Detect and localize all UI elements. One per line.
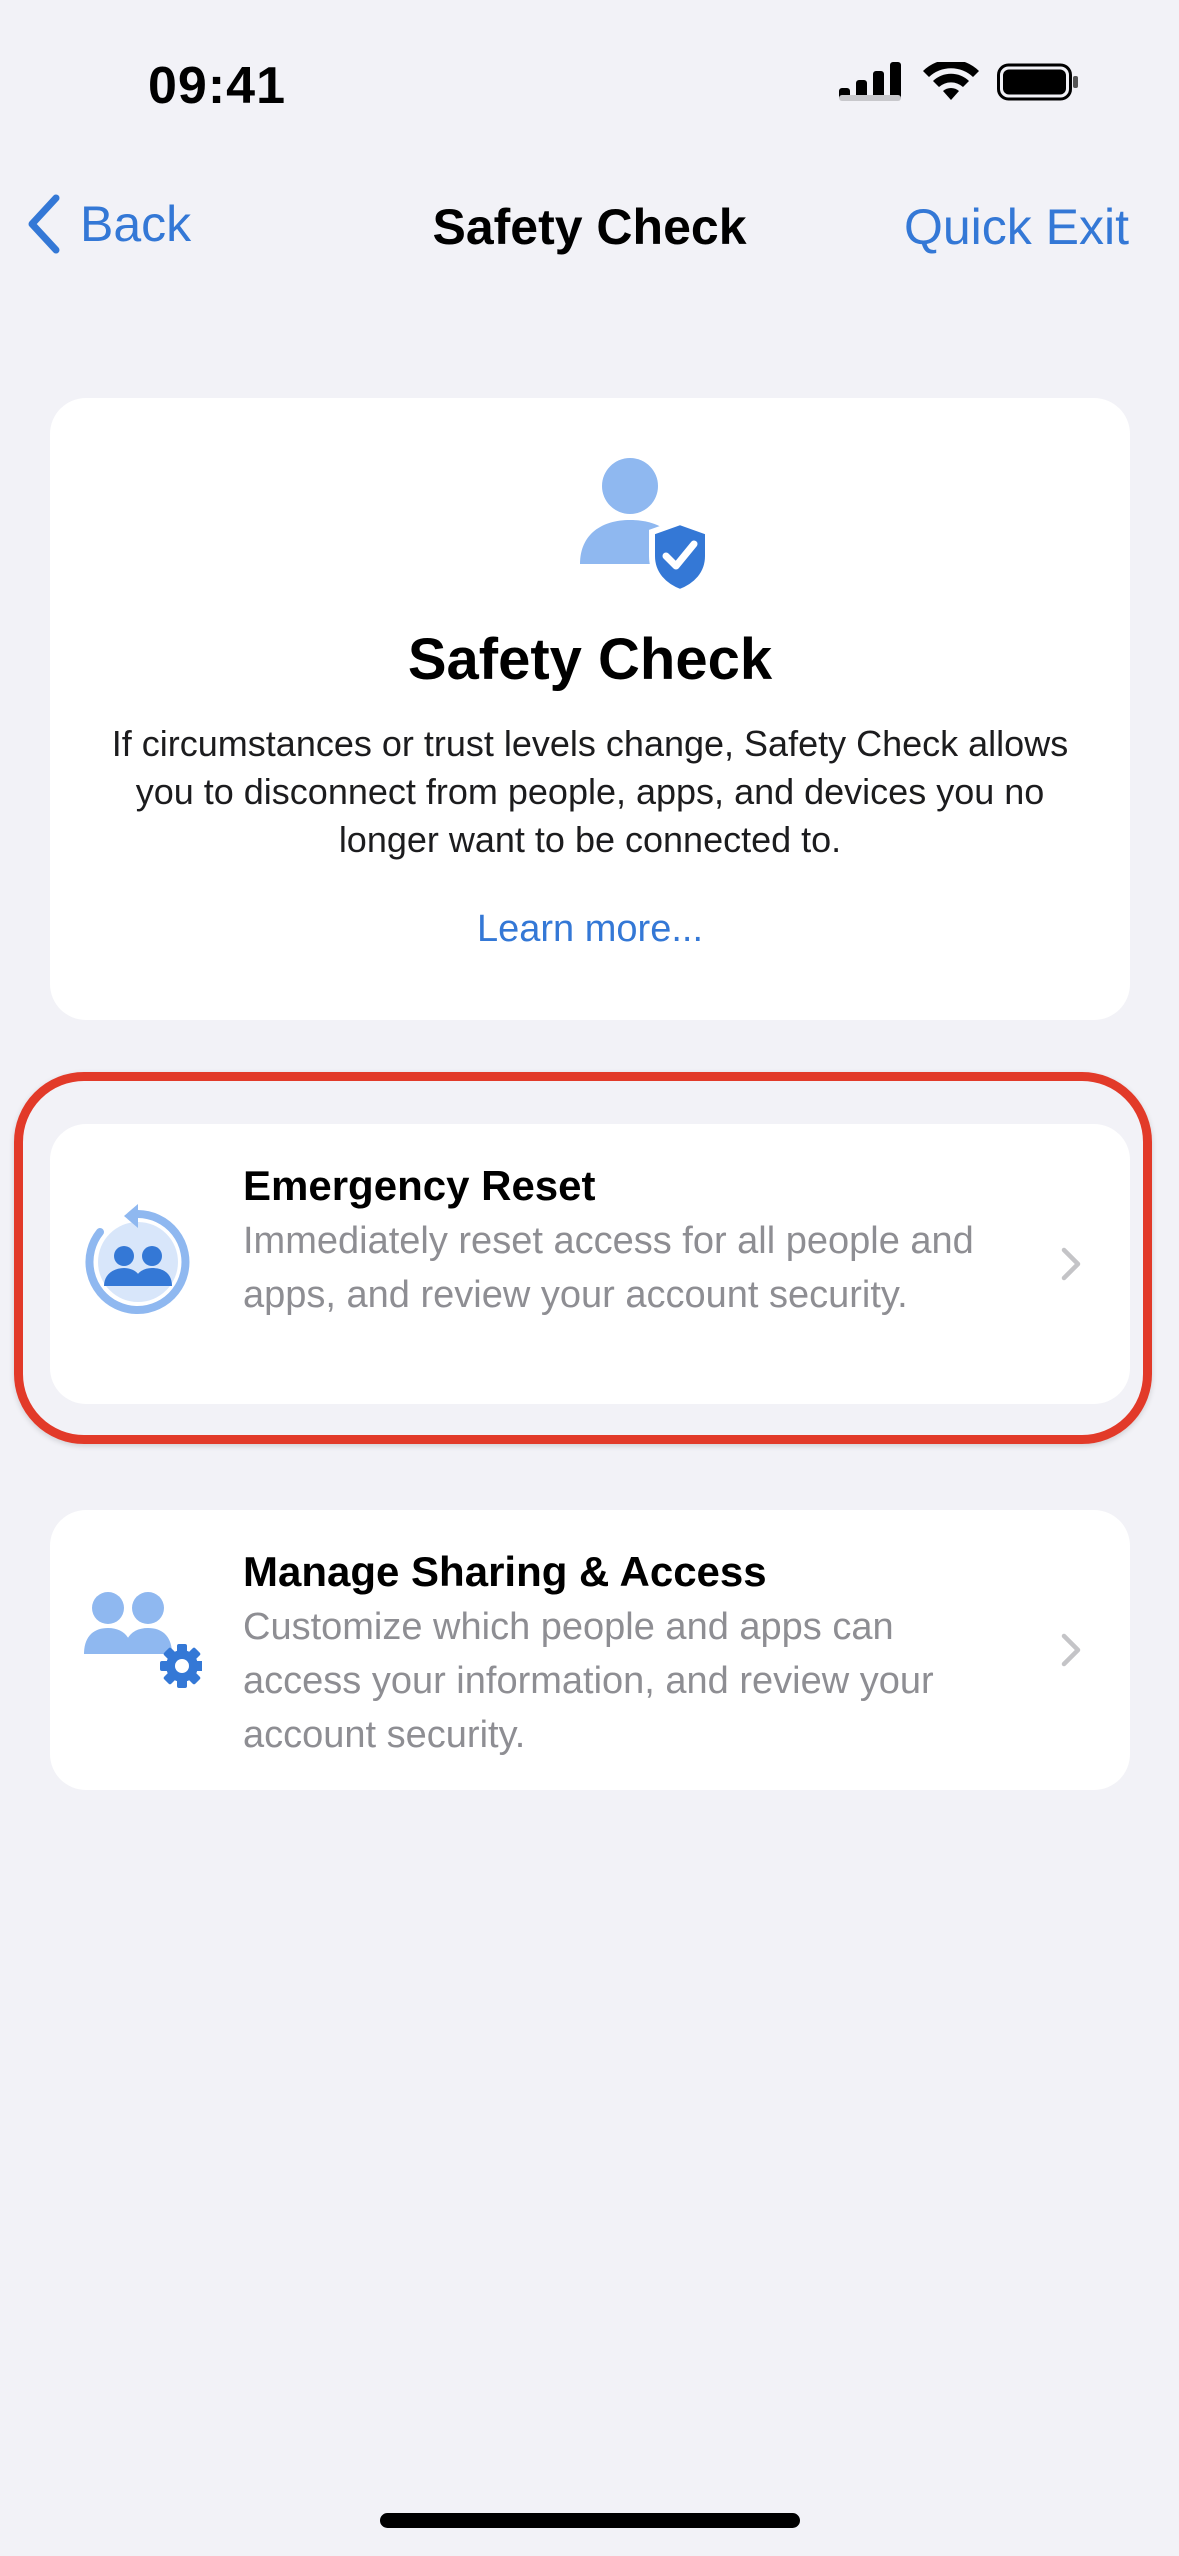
status-time: 09:41 (148, 57, 286, 115)
battery-icon (997, 63, 1078, 101)
manage-sharing-title: Manage Sharing & Access (243, 1548, 767, 1595)
manage-sharing-access-row[interactable]: Manage Sharing & Access Customize which … (50, 1510, 1130, 1790)
emergency-reset-description: Immediately reset access for all people … (243, 1220, 974, 1316)
emergency-reset-row[interactable]: Emergency Reset Immediately reset access… (50, 1124, 1130, 1404)
emergency-reset-icon (85, 1204, 190, 1314)
people-gear-icon (84, 1592, 202, 1688)
chevron-left-icon (28, 194, 60, 254)
emergency-reset-title: Emergency Reset (243, 1162, 596, 1209)
safety-check-intro-card: Safety Check If circumstances or trust l… (50, 398, 1130, 1020)
learn-more-link[interactable]: Learn more... (50, 908, 1130, 951)
back-button[interactable]: Back (26, 194, 191, 254)
hero-title: Safety Check (407, 627, 773, 692)
status-bar: 09:41 (0, 0, 1179, 170)
person-shield-check-icon (580, 458, 711, 592)
wifi-icon (923, 62, 979, 100)
back-label: Back (80, 196, 192, 252)
cellular-signal-icon (839, 62, 901, 101)
chevron-right-icon (1061, 1633, 1081, 1667)
chevron-right-icon (1061, 1247, 1081, 1281)
manage-sharing-description: Customize which people and apps can acce… (243, 1606, 934, 1756)
quick-exit-button[interactable]: Quick Exit (904, 198, 1129, 256)
status-icons (839, 62, 1079, 102)
hero-description: If circumstances or trust levels change,… (111, 723, 1069, 860)
navigation-bar: Back Safety Check Quick Exit (0, 180, 1179, 270)
home-indicator[interactable] (380, 2513, 800, 2528)
